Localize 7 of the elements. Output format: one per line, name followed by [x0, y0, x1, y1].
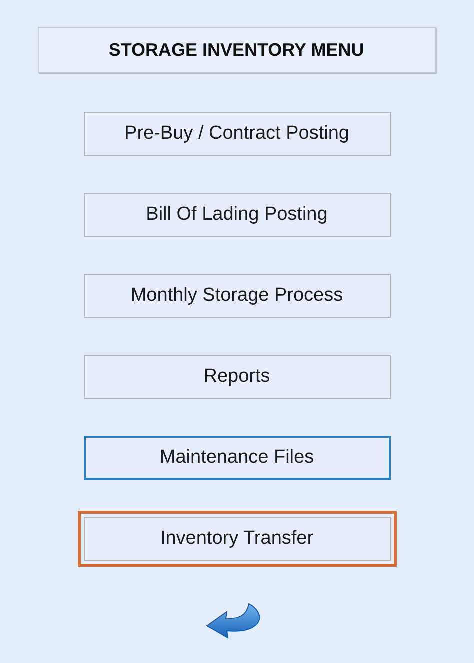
menu-button[interactable]: Reports — [84, 355, 390, 399]
menu-button[interactable]: Inventory Transfer — [84, 517, 390, 561]
menu-button[interactable]: Pre-Buy / Contract Posting — [84, 112, 390, 156]
menu-button[interactable]: Bill Of Lading Posting — [84, 193, 390, 237]
menu-button[interactable]: Maintenance Files — [84, 436, 390, 480]
menu-button[interactable]: Monthly Storage Process — [84, 274, 390, 318]
menu-title: STORAGE INVENTORY MENU — [38, 27, 436, 73]
